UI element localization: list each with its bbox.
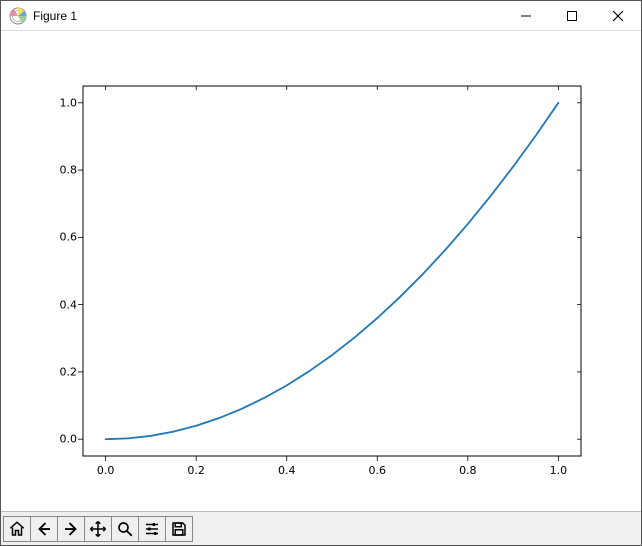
y-tick-label: 0.2: [55, 365, 77, 378]
x-tick-label: 0.8: [459, 464, 477, 477]
minimize-button[interactable]: [503, 1, 549, 30]
y-tick-label: 0.6: [55, 231, 77, 244]
back-button[interactable]: [30, 516, 58, 542]
y-tick-label: 0.4: [55, 298, 77, 311]
matplotlib-app-icon: [9, 7, 27, 25]
y-tick-label: 0.8: [55, 164, 77, 177]
forward-button[interactable]: [57, 516, 85, 542]
configure-subplots-button[interactable]: [138, 516, 166, 542]
chart-area[interactable]: 0.0 0.2 0.4 0.6 0.8 1.0 0.0 0.2 0.4 0.6 0.8 1.0: [1, 31, 641, 511]
close-button[interactable]: [595, 1, 641, 30]
navigation-toolbar: [1, 511, 641, 545]
titlebar[interactable]: Figure 1: [1, 1, 641, 31]
zoom-button[interactable]: [111, 516, 139, 542]
pan-button[interactable]: [84, 516, 112, 542]
y-tick-label: 1.0: [55, 96, 77, 109]
figure-window: Figure 1 0.00.20.40.60.81.00.00.20.40.60…: [0, 0, 642, 546]
home-button[interactable]: [3, 516, 31, 542]
x-tick-label: 0.0: [97, 464, 115, 477]
y-tick-label: 0.0: [55, 433, 77, 446]
x-tick-label: 0.6: [369, 464, 387, 477]
window-title: Figure 1: [33, 9, 77, 23]
x-tick-label: 0.4: [278, 464, 296, 477]
maximize-button[interactable]: [549, 1, 595, 30]
x-tick-label: 1.0: [550, 464, 568, 477]
save-button[interactable]: [165, 516, 193, 542]
x-tick-label: 0.2: [187, 464, 205, 477]
chart-plot: [1, 31, 641, 511]
